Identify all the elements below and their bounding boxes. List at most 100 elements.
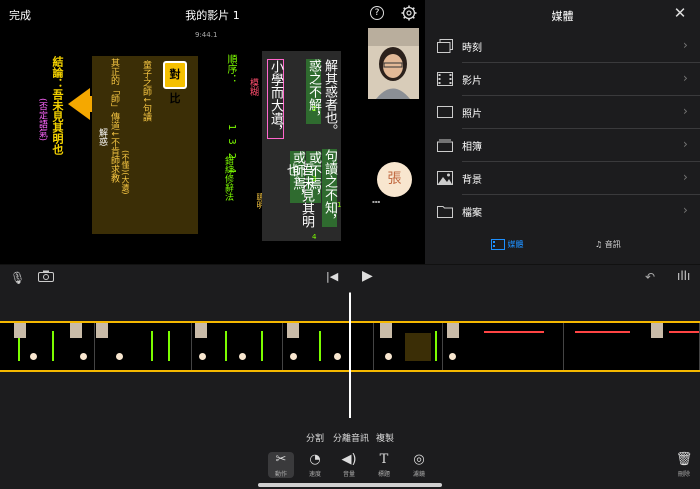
signature-mark: ▪▪▪	[372, 199, 381, 204]
media-item-label: 相簿	[462, 142, 482, 153]
clip-thumb	[380, 323, 392, 338]
webcam-overlay[interactable]: ⊕	[368, 28, 419, 99]
tool-label: 濾鏡	[412, 471, 425, 478]
tool-title[interactable]: T 標題	[371, 452, 397, 478]
media-tab-icon	[491, 239, 505, 250]
volume-icon: ◀)	[341, 452, 357, 467]
ambiguous-label: 模糊	[248, 78, 258, 96]
chevron-right-icon: ›	[683, 71, 688, 85]
bottom-toolbar: 分割 分離音訊 複製 ✂ 動作 ◔ 速度 ◀) 音量 T 標題 ◎ 濾鏡 🗑 刪…	[0, 422, 700, 489]
playhead[interactable]	[349, 291, 351, 418]
media-item-label: 影片	[462, 76, 482, 87]
order-number: 4	[312, 233, 317, 241]
duplicate-button[interactable]: 複製	[376, 431, 394, 444]
clip-thumb	[319, 331, 321, 361]
classical-text-card: 解其惑者也。 句讀之不知， 惑之不解， 或不焉， 或師焉， 小學而大遺， 吾未見…	[262, 51, 341, 241]
speed-icon: ◔	[309, 452, 321, 467]
media-item-files[interactable]: 檔案 ›	[425, 195, 700, 228]
clip[interactable]	[565, 323, 700, 370]
microphone-icon[interactable]: 🎙	[10, 271, 25, 285]
tab-media[interactable]: 媒體	[491, 239, 524, 250]
text-column: 句讀之不知，	[322, 149, 337, 227]
chevron-right-icon: ›	[683, 170, 688, 184]
help-icon[interactable]: ?	[370, 6, 384, 20]
media-item-background[interactable]: 背景 ›	[425, 162, 700, 195]
zhang-sticker: 張	[377, 162, 412, 197]
clip[interactable]	[0, 323, 95, 370]
tab-label: 音訊	[604, 240, 621, 249]
clip-thumb	[287, 323, 299, 338]
video-icon	[437, 72, 453, 86]
order-label: 順序：	[225, 54, 236, 84]
text-column: 小學而大遺，	[267, 59, 284, 139]
scissors-icon: ✂	[275, 452, 287, 467]
clip-thumb	[52, 331, 54, 361]
order-number: 2	[312, 105, 317, 113]
clip-thumb	[14, 323, 26, 338]
clip[interactable]	[444, 323, 564, 370]
tool-action[interactable]: ✂ 動作	[268, 452, 294, 478]
media-item-moments[interactable]: 時刻 ›	[425, 30, 700, 63]
media-item-video[interactable]: 影片 ›	[425, 63, 700, 96]
video-preview[interactable]: 9:44.1 結論：吾未見其明也 (否定語氣) 對比 童子之師↓句讀 其正的「師…	[0, 28, 425, 264]
music-note-icon: ♫	[595, 240, 603, 249]
timecode: 9:44.1	[195, 31, 218, 39]
text-column: 惑之不解，	[306, 59, 321, 124]
clip[interactable]	[96, 323, 192, 370]
tab-label: 媒體	[507, 240, 524, 249]
tool-filters[interactable]: ◎ 濾鏡	[406, 452, 432, 478]
tool-label: 刪除	[677, 471, 690, 478]
clip-thumb	[239, 353, 246, 360]
clip-thumb	[80, 353, 87, 360]
chevron-right-icon: ›	[683, 104, 688, 118]
tool-label: 音量	[342, 471, 355, 478]
clip-thumb	[449, 353, 456, 360]
timeline[interactable]	[0, 285, 700, 422]
folder-icon	[437, 206, 453, 218]
clip-thumb	[70, 323, 82, 338]
highlighted-phrase: 小學而大遺，	[267, 59, 284, 139]
close-icon[interactable]: ✕	[672, 5, 688, 21]
album-icon	[437, 139, 453, 152]
title-icon: T	[379, 452, 389, 467]
chevron-right-icon: ›	[683, 137, 688, 151]
conclusion-text: 結論：吾未見其明也	[51, 56, 64, 155]
play-icon[interactable]: ▶	[362, 268, 373, 284]
tool-label: 動作	[274, 471, 287, 478]
clip[interactable]	[375, 323, 443, 370]
project-title: 我的影片 1	[185, 9, 240, 22]
split-button[interactable]: 分割	[306, 431, 324, 444]
skip-to-start-icon[interactable]: |◀	[326, 270, 338, 283]
person-image	[368, 28, 419, 99]
photo-icon	[437, 106, 453, 118]
clip-thumb	[651, 323, 663, 338]
clip-thumb	[199, 353, 206, 360]
playhead-marker	[342, 285, 358, 293]
waveform-icon[interactable]: ıllı	[677, 269, 690, 283]
tool-label: 速度	[308, 471, 321, 478]
gear-icon[interactable]	[401, 5, 417, 21]
handwriting-note: (不懂)(大遺)	[121, 150, 130, 195]
handwriting-note: 解惑	[97, 128, 107, 146]
media-item-albums[interactable]: 相簿 ›	[425, 129, 700, 162]
clip-thumb	[669, 331, 699, 333]
clip-thumb	[405, 333, 431, 361]
undo-icon[interactable]: ↶	[645, 270, 655, 284]
trash-icon: 🗑	[675, 452, 693, 467]
tab-audio[interactable]: ♫ 音訊	[595, 239, 621, 250]
clip-thumb	[575, 331, 630, 333]
camera-icon[interactable]	[38, 270, 54, 282]
clip-thumb	[225, 331, 227, 361]
detach-audio-button[interactable]: 分離音訊	[333, 431, 369, 444]
delete-button[interactable]: 🗑 刪除	[671, 452, 697, 478]
tool-label: 標題	[377, 471, 390, 478]
clip[interactable]	[284, 323, 374, 370]
background-icon	[437, 171, 453, 185]
clip[interactable]	[193, 323, 283, 370]
top-bar: 完成 我的影片 1 ?	[0, 0, 425, 28]
tool-speed[interactable]: ◔ 速度	[302, 452, 328, 478]
media-item-label: 照片	[462, 109, 482, 120]
tool-volume[interactable]: ◀) 音量	[336, 452, 362, 478]
clip-thumb	[435, 331, 437, 361]
media-item-photos[interactable]: 照片 ›	[425, 96, 700, 129]
